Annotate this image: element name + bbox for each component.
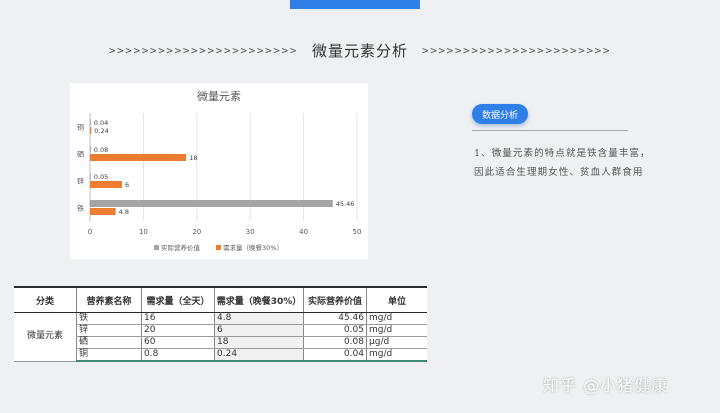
bar-demand [90, 127, 92, 134]
col-header-category: 分类 [14, 286, 77, 313]
legend-label-actual: 实际营养价值 [161, 243, 201, 252]
data-analysis-badge[interactable]: 数据分析 [472, 104, 528, 124]
cell-daily-demand: 0.8 [141, 348, 215, 362]
cell-unit: mg/d [366, 324, 427, 337]
col-header-nutrient: 营养素名称 [76, 286, 142, 313]
bar-actual [90, 146, 91, 153]
cell-dinner-demand: 0.24 [214, 348, 304, 362]
col-header-dinner-demand: 需求量（晚餐30%） [214, 286, 304, 313]
cell-actual-value: 45.46 [303, 312, 367, 325]
x-tick-label: 0 [88, 228, 92, 236]
cell-nutrient: 铁 [76, 312, 142, 325]
top-accent-bar [290, 0, 420, 9]
cell-daily-demand: 60 [141, 336, 215, 349]
col-header-actual-value: 实际营养价值 [303, 286, 367, 313]
bar-demand [90, 181, 123, 188]
analysis-divider [472, 130, 628, 131]
trace-elements-chart: 微量元素 0 10 20 30 40 50 铜 0.04 0.24 硒 0.08 18 锌 0.05 6 铁 45… [70, 83, 368, 259]
col-header-unit: 单位 [366, 286, 427, 313]
watermark: 知乎 @小猪健康 [543, 376, 669, 395]
x-tick-label: 10 [139, 228, 148, 236]
x-tick-label: 50 [353, 228, 362, 236]
data-label: 0.24 [94, 127, 108, 135]
cell-daily-demand: 16 [141, 312, 215, 325]
cell-actual-value: 0.08 [303, 336, 367, 349]
bar-actual [90, 200, 333, 207]
bar-demand [90, 208, 116, 215]
data-label: 6 [125, 181, 129, 189]
x-tick-label: 30 [246, 228, 255, 236]
heading-arrows-right: >>>>>>>>>>>>>>>>>>>>>>> [422, 43, 612, 57]
col-header-daily-demand: 需求量（全天） [141, 286, 215, 313]
section-heading: >>>>>>>>>>>>>>>>>>>>>>> 微量元素分析 >>>>>>>>>… [0, 38, 720, 62]
nutrition-table: 分类 营养素名称 需求量（全天） 需求量（晚餐30%） 实际营养价值 单位 微量… [14, 286, 427, 362]
category-cell: 微量元素 [14, 312, 77, 362]
y-category-label: 铁 [77, 204, 84, 213]
data-label: 45.46 [336, 200, 355, 208]
analysis-line-2: 因此适合生理期女性、贫血人群食用 [474, 167, 644, 178]
analysis-text: 1、微量元素的特点就是铁含量丰富， 因此适合生理期女性、贫血人群食用 [474, 144, 684, 182]
page-title: 微量元素分析 [311, 41, 408, 60]
cell-daily-demand: 20 [141, 324, 215, 337]
x-tick-label: 20 [192, 228, 201, 236]
data-label: 4.8 [119, 208, 129, 216]
table-header-row: 分类 营养素名称 需求量（全天） 需求量（晚餐30%） 实际营养价值 单位 [14, 286, 427, 313]
cell-nutrient: 铜 [76, 348, 142, 362]
y-category-label: 铜 [77, 123, 84, 132]
table-row: 微量元素 铁 16 4.8 45.46 mg/d [14, 312, 427, 362]
cell-unit: μg/d [366, 336, 427, 349]
cell-unit: mg/d [366, 312, 427, 325]
data-label: 0.05 [94, 173, 108, 181]
legend-swatch-demand [216, 245, 221, 250]
cell-dinner-demand: 6 [214, 324, 304, 337]
table-row: 硒 60 18 0.08 μg/d [14, 336, 427, 349]
x-tick-label: 40 [299, 228, 308, 236]
chart-svg: 微量元素 0 10 20 30 40 50 铜 0.040.24 硒 0.08 18 锌 0.05 6 铁 45… [77, 89, 362, 252]
bar-demand [90, 154, 187, 161]
cell-nutrient: 锌 [76, 324, 142, 337]
cell-nutrient: 硒 [76, 336, 142, 349]
data-label: 18 [189, 154, 197, 162]
legend-label-demand: 需求量（晚餐30%） [223, 243, 283, 252]
y-category-label: 硒 [77, 151, 84, 159]
chart-title: 微量元素 [197, 89, 241, 103]
bar-actual [90, 119, 91, 126]
data-label: 0.08 [94, 146, 108, 154]
analysis-line-1: 1、微量元素的特点就是铁含量丰富， [474, 148, 651, 159]
cell-dinner-demand: 4.8 [214, 312, 304, 325]
data-label: 0.04 [94, 119, 108, 127]
bar-actual [90, 173, 91, 180]
cell-actual-value: 0.05 [303, 324, 367, 337]
table-row: 铜 0.8 0.24 0.04 mg/d [14, 348, 427, 362]
cell-unit: mg/d [366, 348, 427, 362]
legend-swatch-actual [154, 245, 159, 250]
heading-arrows-left: >>>>>>>>>>>>>>>>>>>>>>> [108, 43, 298, 57]
y-category-label: 锌 [77, 177, 84, 186]
table-row: 锌 20 6 0.05 mg/d [14, 324, 427, 337]
cell-dinner-demand: 18 [214, 336, 304, 349]
cell-actual-value: 0.04 [303, 348, 367, 362]
